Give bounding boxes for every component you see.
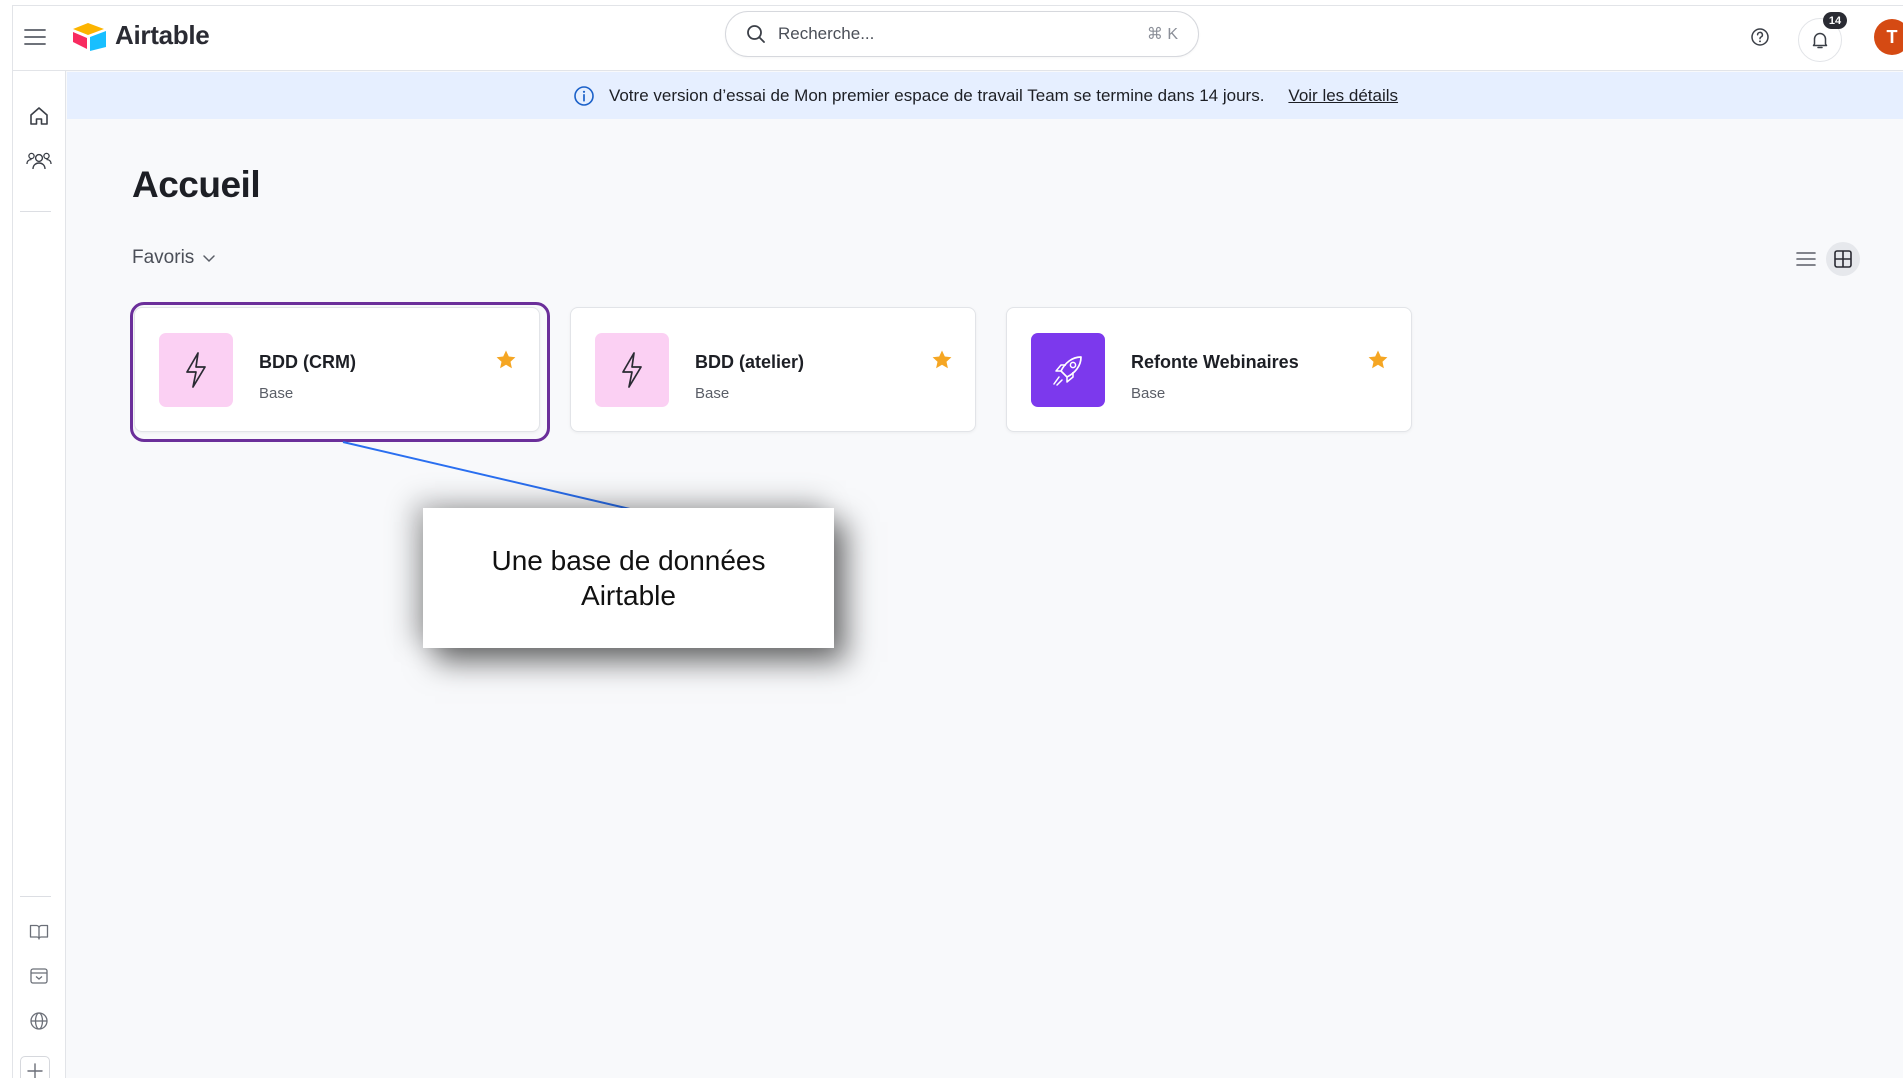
workspaces-icon[interactable] [26, 148, 52, 174]
inbox-icon[interactable] [26, 963, 52, 989]
app-window: Airtable Recherche... ⌘ K 14 T Votre ver… [12, 5, 1903, 1078]
notifications-button[interactable]: 14 [1798, 12, 1847, 62]
top-bar: Airtable Recherche... ⌘ K 14 T [13, 6, 1903, 71]
page-title: Accueil [132, 164, 261, 205]
bell-icon [1812, 32, 1828, 49]
base-name: BDD (atelier) [695, 352, 805, 372]
left-rail [13, 71, 66, 1078]
search-shortcut: ⌘ K [1146, 26, 1178, 43]
rocket-icon [1053, 356, 1082, 386]
bolt-icon [186, 352, 206, 388]
base-card-refonte-webinaires[interactable]: Refonte Webinaires Base [1006, 307, 1412, 432]
rail-divider [20, 211, 51, 212]
menu-icon[interactable] [22, 24, 48, 50]
notification-count-badge: 14 [1823, 12, 1847, 29]
base-icon-tile [1031, 333, 1105, 407]
trial-banner: Votre version d’essai de Mon premier esp… [67, 72, 1903, 119]
search-bar[interactable]: Recherche... ⌘ K [725, 11, 1199, 57]
bolt-icon [622, 352, 642, 388]
grid-view-icon[interactable] [1826, 242, 1860, 276]
app-name: Airtable [115, 20, 210, 50]
airtable-logo[interactable]: Airtable [71, 20, 210, 51]
home-icon[interactable] [26, 103, 52, 129]
favorites-label: Favoris [132, 247, 195, 268]
base-type: Base [695, 385, 730, 402]
base-card-bdd-crm[interactable]: BDD (CRM) Base [134, 307, 540, 432]
trial-details-link[interactable]: Voir les détails [1288, 86, 1398, 106]
star-icon[interactable] [495, 349, 517, 371]
base-icon-tile [595, 333, 669, 407]
search-placeholder: Recherche... [778, 24, 875, 43]
help-icon[interactable] [1746, 23, 1774, 51]
globe-icon[interactable] [26, 1008, 52, 1034]
star-icon[interactable] [931, 349, 953, 371]
callout-text: Une base de données Airtable [491, 545, 766, 611]
annotation-callout: Une base de données Airtable [423, 508, 834, 648]
chevron-down-icon [203, 255, 216, 263]
rail-divider [20, 896, 51, 897]
trial-message: Votre version d’essai de Mon premier esp… [608, 85, 1265, 105]
favorites-filter-toggle[interactable]: Favoris [132, 247, 216, 269]
callout-connector [342, 441, 631, 510]
star-icon[interactable] [1367, 349, 1389, 371]
base-icon-tile [159, 333, 233, 407]
plus-icon [27, 1063, 43, 1078]
info-icon [574, 85, 594, 106]
search-icon [747, 25, 765, 43]
base-type: Base [1131, 385, 1166, 402]
book-icon[interactable] [26, 919, 52, 945]
base-name: Refonte Webinaires [1131, 352, 1299, 372]
list-view-icon[interactable] [1791, 244, 1821, 274]
user-avatar[interactable]: T [1874, 19, 1903, 55]
base-card-bdd-atelier[interactable]: BDD (atelier) Base [570, 307, 976, 432]
base-name: BDD (CRM) [259, 352, 356, 372]
airtable-logo-icon [73, 22, 106, 51]
base-type: Base [259, 385, 294, 402]
create-button[interactable] [20, 1056, 50, 1078]
